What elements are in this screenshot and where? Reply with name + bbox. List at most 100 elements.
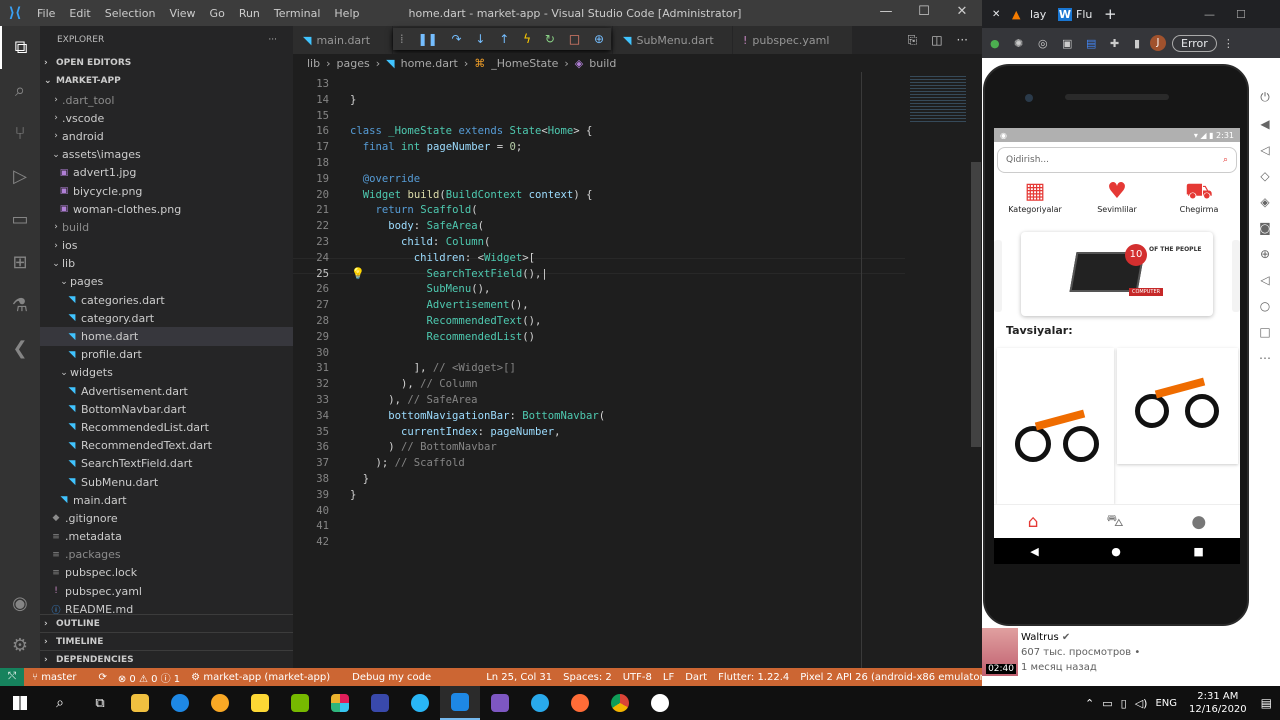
tree-item[interactable]: ◥ RecommendedList.dart <box>40 418 293 436</box>
submenu-categories[interactable]: ▦ Kategoriyalar <box>1000 179 1070 214</box>
browser-menu-icon[interactable]: ⋮ <box>1223 37 1234 50</box>
error-button[interactable]: Error <box>1172 34 1217 52</box>
recents-icon[interactable]: ■ <box>1193 545 1203 558</box>
battery-icon[interactable]: ▯ <box>1121 697 1127 710</box>
stop-icon[interactable]: □ <box>569 32 580 46</box>
step-into-icon[interactable]: ↓ <box>475 32 485 46</box>
split-editor-icon[interactable]: ◫ <box>931 33 942 48</box>
breadcrumb-lib[interactable]: lib <box>307 57 320 70</box>
back-icon[interactable]: ◀ <box>1030 545 1038 558</box>
extension-5-icon[interactable]: ▮ <box>1134 37 1150 50</box>
save-icon[interactable]: ▤ <box>1086 37 1110 50</box>
telegram-icon[interactable] <box>520 686 560 720</box>
minimap[interactable] <box>910 74 966 122</box>
task-view-icon[interactable]: ⧉ <box>80 686 120 720</box>
menu-edit[interactable]: Edit <box>62 7 97 20</box>
vscode-taskbar-icon[interactable] <box>440 686 480 720</box>
tree-item[interactable]: ⌄ lib <box>40 255 293 273</box>
close-icon[interactable]: ✕ <box>942 0 982 26</box>
rotate-right-icon[interactable]: ◈ <box>1260 195 1269 209</box>
testing-icon[interactable]: ⚗ <box>0 284 40 327</box>
inspect-widget-icon[interactable]: ⊕ <box>594 32 604 46</box>
breadcrumb-file[interactable]: home.dart <box>401 57 458 70</box>
browser-minimize-icon[interactable]: — <box>1204 8 1236 21</box>
postman-icon[interactable] <box>560 686 600 720</box>
product-card[interactable] <box>1117 348 1238 464</box>
tree-item[interactable]: ⌄ assets\images <box>40 146 293 164</box>
menu-help[interactable]: Help <box>327 7 366 20</box>
menu-selection[interactable]: Selection <box>98 7 163 20</box>
app-white-icon[interactable] <box>640 686 680 720</box>
debug-config[interactable]: Debug my code <box>352 672 431 683</box>
tree-item[interactable]: ⌄ pages <box>40 273 293 291</box>
tree-item[interactable]: ≡ .packages <box>40 546 293 564</box>
breadcrumb-class[interactable]: _HomeState <box>491 57 558 70</box>
code-editor[interactable]: 💡 13 14} 15 16 class _HomeState extends S… <box>293 72 982 668</box>
app-a-icon[interactable] <box>200 686 240 720</box>
breadcrumb-pages[interactable]: pages <box>337 57 370 70</box>
flutter-app[interactable]: ⚙ market-app (market-app) <box>191 672 341 683</box>
channel-name[interactable]: Waltrus <box>1021 632 1059 643</box>
product-card[interactable] <box>997 348 1114 504</box>
tree-item[interactable]: › .dart_tool <box>40 91 293 109</box>
search-input[interactable]: Qidirish... <box>1006 155 1049 165</box>
flutter-outline-icon[interactable]: ⎘ <box>908 33 918 48</box>
input-language[interactable]: ENG <box>1155 698 1177 709</box>
breadcrumb-method[interactable]: build <box>589 57 616 70</box>
camera-icon[interactable]: ◙ <box>1259 221 1271 235</box>
home-control-icon[interactable]: ○ <box>1260 299 1270 313</box>
video-thumbnail[interactable]: 02:40 <box>982 628 1018 676</box>
tree-item[interactable]: ! pubspec.yaml <box>40 582 293 600</box>
extension-3-icon[interactable]: ◎ <box>1038 37 1062 50</box>
explorer-icon[interactable]: ⧉ <box>0 26 40 69</box>
tab-pubspec-yaml[interactable]: ! pubspec.yaml <box>733 26 853 54</box>
tree-item[interactable]: › ios <box>40 237 293 255</box>
extensions-puzzle-icon[interactable]: ✚ <box>1110 37 1134 50</box>
volume-icon[interactable]: ◁) <box>1135 697 1148 710</box>
step-over-icon[interactable]: ↷ <box>452 32 462 46</box>
run-debug-icon[interactable]: ▷ <box>0 155 40 198</box>
tab-close-icon[interactable]: ✕ <box>992 9 1012 20</box>
tree-item[interactable]: › build <box>40 218 293 236</box>
extension-2-icon[interactable]: ✺ <box>1014 37 1038 50</box>
file-explorer-icon[interactable] <box>120 686 160 720</box>
eol[interactable]: LF <box>663 672 674 683</box>
power-icon[interactable]: ⏻ <box>1260 90 1270 105</box>
tree-item[interactable]: ◥ category.dart <box>40 309 293 327</box>
source-control-icon[interactable]: ⑂ <box>0 112 40 155</box>
tree-item[interactable]: ◥ categories.dart <box>40 291 293 309</box>
timeline-section[interactable]: › TIMELINE <box>40 632 293 651</box>
open-editors-section[interactable]: › OPEN EDITORS <box>40 54 293 72</box>
tab-submenu-dart[interactable]: ◥ SubMenu.dart <box>613 26 733 54</box>
devtools-icon[interactable] <box>360 686 400 720</box>
browser-maximize-icon[interactable]: ☐ <box>1236 8 1268 21</box>
volume-down-icon[interactable]: ◁ <box>1260 143 1269 157</box>
search-icon[interactable]: ⌕ <box>0 69 40 112</box>
indentation[interactable]: Spaces: 2 <box>563 672 612 683</box>
search-text-field[interactable]: Qidirish... ⌕ <box>997 147 1237 173</box>
problems-count[interactable]: ⊗ 0 ⚠ 0 ⓘ 1 <box>118 670 180 685</box>
tree-item[interactable]: › android <box>40 127 293 145</box>
network-icon[interactable]: ▭ <box>1102 697 1112 710</box>
sticky-notes-icon[interactable] <box>240 686 280 720</box>
new-tab-icon[interactable]: + <box>1104 5 1124 23</box>
rotate-icon[interactable]: ◇ <box>1260 169 1269 183</box>
remote-indicator-icon[interactable]: ⤲ <box>0 668 24 686</box>
volume-up-icon[interactable]: ◀ <box>1260 117 1269 131</box>
tab-main-dart[interactable]: ◥ main.dart <box>293 26 393 54</box>
encoding[interactable]: UTF-8 <box>623 672 652 683</box>
browser-tab-2[interactable]: Flu <box>1076 8 1104 21</box>
submenu-favorites[interactable]: ♥ Sevimlilar <box>1082 179 1152 214</box>
person-icon[interactable]: ● <box>1191 512 1206 532</box>
tree-item[interactable]: ◥ home.dart <box>40 327 293 346</box>
tree-item[interactable]: ◥ SubMenu.dart <box>40 473 293 491</box>
settings-gear-icon[interactable]: ⚙ <box>0 624 40 667</box>
menu-view[interactable]: View <box>162 7 202 20</box>
tree-item[interactable]: ◥ profile.dart <box>40 346 293 364</box>
pause-icon[interactable]: ❚❚ <box>418 32 438 46</box>
remote-explorer-icon[interactable]: ▭ <box>0 198 40 241</box>
flutter-icon[interactable]: ❮ <box>0 327 40 370</box>
accounts-icon[interactable]: ◉ <box>0 582 40 625</box>
slack-icon[interactable] <box>320 686 360 720</box>
docker-icon[interactable] <box>400 686 440 720</box>
